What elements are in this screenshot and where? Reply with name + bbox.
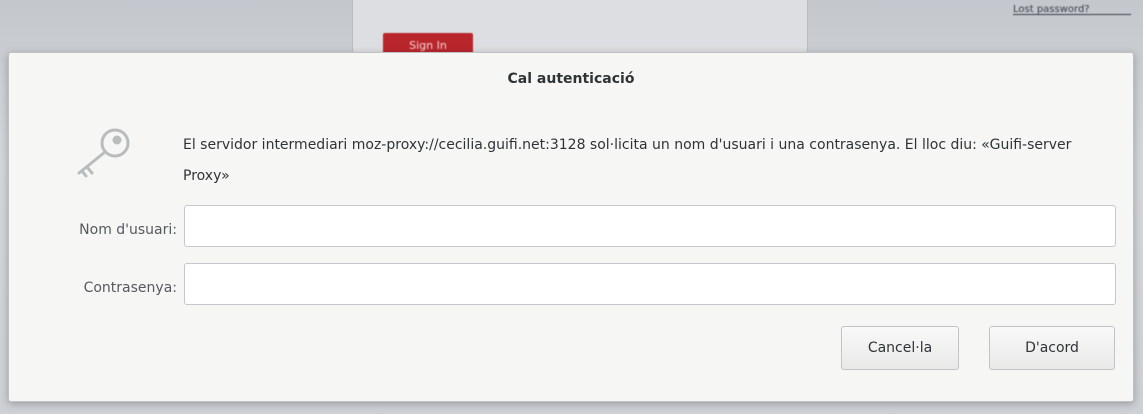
dialog-message: El servidor intermediari moz-proxy://cec… (183, 137, 1072, 184)
dialog-title: Cal autenticació (507, 71, 635, 87)
key-icon (77, 128, 130, 178)
username-input[interactable] (184, 205, 1116, 247)
password-input[interactable] (184, 263, 1116, 305)
background-lost-password-link[interactable]: Lost password? (1013, 4, 1131, 15)
authentication-dialog: Cal autenticació El servidor intermediar… (8, 52, 1134, 402)
cancel-button[interactable]: Cancel·la (841, 326, 959, 370)
password-label: Contrasenya: (83, 280, 177, 296)
username-label: Nom d'usuari: (79, 222, 177, 238)
ok-button[interactable]: D'acord (989, 326, 1115, 370)
